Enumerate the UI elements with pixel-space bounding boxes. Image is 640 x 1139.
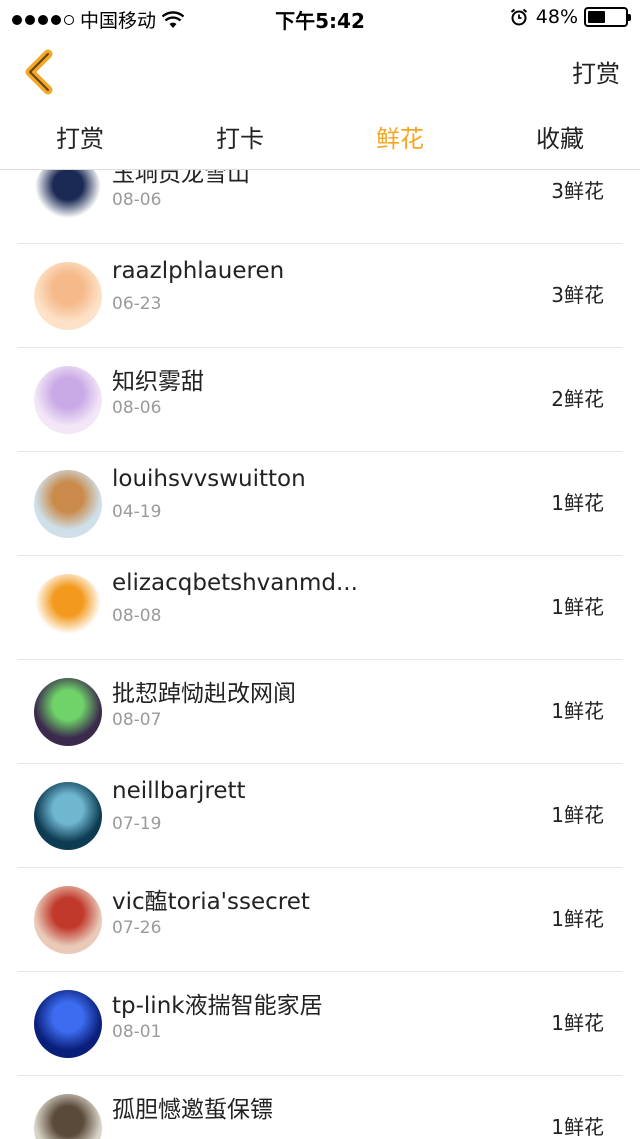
user-name: tp-link液揣智能家居 xyxy=(112,993,323,1019)
tab-reward[interactable]: 打赏 xyxy=(0,108,160,169)
user-name: 批恝踔恸赳改网阆 xyxy=(112,681,296,707)
list-item[interactable]: 玉垌员龙雪山 08-06 3鲜花 xyxy=(18,170,622,244)
status-bar: 中国移动 下午5:42 48% xyxy=(0,0,640,36)
avatar[interactable] xyxy=(34,886,102,954)
avatar[interactable] xyxy=(34,990,102,1058)
flower-record-list[interactable]: 玉垌员龙雪山 08-06 3鲜花 raazlphlaueren 06-23 3鲜花知织雾甜… xyxy=(0,170,640,1139)
list-item[interactable]: elizacqbetshvanmd... 08-08 1鲜花 xyxy=(18,556,622,660)
avatar[interactable] xyxy=(34,170,102,226)
avatar[interactable] xyxy=(34,574,102,642)
user-name: elizacqbetshvanmd... xyxy=(112,570,358,596)
record-date: 07-26 xyxy=(112,918,162,938)
avatar[interactable] xyxy=(34,782,102,850)
avatar[interactable] xyxy=(34,678,102,746)
status-left: 中国移动 xyxy=(12,6,185,33)
user-name: neillbarjrett xyxy=(112,778,246,804)
tab-flowers[interactable]: 鲜花 xyxy=(320,108,480,169)
user-name: louihsvvswuitton xyxy=(112,466,306,492)
avatar[interactable] xyxy=(34,262,102,330)
list-item[interactable]: neillbarjrett 07-19 1鲜花 xyxy=(18,764,622,868)
record-date: 06-23 xyxy=(112,294,162,314)
flower-count: 3鲜花 xyxy=(551,283,604,307)
list-item[interactable]: 孤胆憾邀蜇保镖 1鲜花 xyxy=(18,1076,622,1139)
signal-strength-icon xyxy=(12,14,74,25)
avatar[interactable] xyxy=(34,366,102,434)
user-name: 知织雾甜 xyxy=(112,369,204,395)
flower-count: 3鲜花 xyxy=(551,179,604,203)
flower-count: 1鲜花 xyxy=(551,803,604,827)
list-item[interactable]: 批恝踔恸赳改网阆 08-07 1鲜花 xyxy=(18,660,622,764)
avatar[interactable] xyxy=(34,470,102,538)
flower-count: 1鲜花 xyxy=(551,491,604,515)
flower-count: 1鲜花 xyxy=(551,595,604,619)
carrier-name: 中国移动 xyxy=(80,10,157,32)
status-right: 48% xyxy=(510,6,631,28)
list-inner: 玉垌员龙雪山 08-06 3鲜花 raazlphlaueren 06-23 3鲜花知织雾甜… xyxy=(0,170,640,1139)
wifi-icon xyxy=(162,10,185,28)
tab-bar: 打赏 打卡 鲜花 收藏 xyxy=(0,108,640,170)
list-item[interactable]: vic醢toria'ssecret 07-26 1鲜花 xyxy=(18,868,622,972)
alarm-icon xyxy=(510,8,527,26)
user-name: vic醢toria'ssecret xyxy=(112,889,310,915)
record-date: 07-19 xyxy=(112,814,162,834)
flower-count: 1鲜花 xyxy=(551,907,604,931)
battery-percent: 48% xyxy=(535,6,578,28)
list-item[interactable]: tp-link液揣智能家居 08-01 1鲜花 xyxy=(18,972,622,1076)
battery-fill xyxy=(588,11,606,23)
tab-checkin[interactable]: 打卡 xyxy=(160,108,320,169)
list-item[interactable]: 知织雾甜 08-06 2鲜花 xyxy=(18,348,622,452)
record-date: 08-07 xyxy=(112,710,162,730)
user-name: 孤胆憾邀蜇保镖 xyxy=(112,1097,273,1123)
user-name: raazlphlaueren xyxy=(112,258,285,284)
flower-count: 1鲜花 xyxy=(551,1115,604,1139)
record-date: 08-01 xyxy=(112,1022,162,1042)
flower-count: 2鲜花 xyxy=(551,387,604,411)
record-date: 08-06 xyxy=(112,398,162,418)
record-date: 08-06 xyxy=(112,190,162,210)
list-item[interactable]: louihsvvswuitton 04-19 1鲜花 xyxy=(18,452,622,556)
list-item[interactable]: raazlphlaueren 06-23 3鲜花 xyxy=(18,244,622,348)
record-date: 04-19 xyxy=(112,502,162,522)
battery-icon xyxy=(584,7,631,27)
reward-button[interactable]: 打赏 xyxy=(572,54,620,89)
chevron-left-icon xyxy=(25,49,53,95)
nav-bar: 打赏 xyxy=(0,36,640,108)
flower-count: 1鲜花 xyxy=(551,699,604,723)
flower-count: 1鲜花 xyxy=(551,1011,604,1035)
back-button[interactable] xyxy=(20,48,64,96)
avatar[interactable] xyxy=(34,1094,102,1139)
tab-favorites[interactable]: 收藏 xyxy=(480,108,640,169)
user-name: 玉垌员龙雪山 xyxy=(112,170,250,187)
record-date: 08-08 xyxy=(112,606,162,626)
